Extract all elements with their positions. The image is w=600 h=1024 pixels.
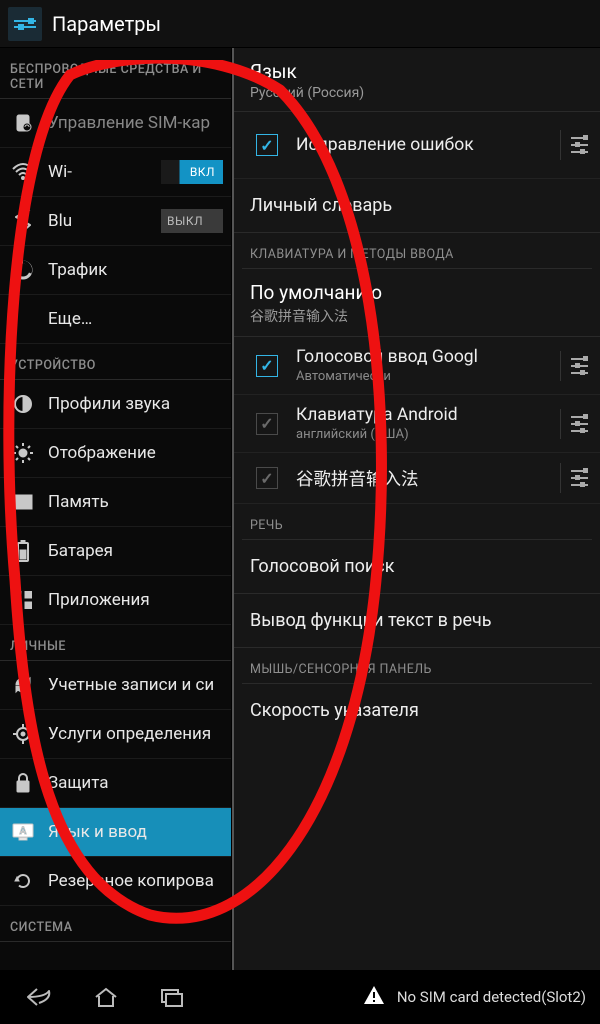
row-title: Исправление ошибок [296, 135, 554, 155]
spellcheck-row[interactable]: Исправление ошибок [234, 112, 600, 179]
category-speech: РЕЧЬ [234, 504, 600, 539]
system-navbar: No SIM card detected(Slot2) [0, 970, 600, 1024]
row-subtitle: Русский (Россия) [250, 85, 584, 101]
sidebar-item-label: Защита [48, 773, 223, 793]
row-title: 谷歌拼音输入法 [296, 466, 554, 491]
sidebar-item-label: Приложения [48, 590, 223, 610]
sidebar-item-label: Отображение [48, 443, 223, 463]
audio-icon [10, 391, 36, 417]
sidebar-item-label: Язык и ввод [48, 822, 223, 842]
sliders-icon[interactable] [560, 351, 590, 381]
category-keyboard: КЛАВИАТУРА И МЕТОДЫ ВВОДА [234, 233, 600, 268]
sidebar-item-battery[interactable]: Батарея [0, 527, 231, 576]
sidebar-item-data-usage[interactable]: Трафик [0, 246, 231, 295]
wifi-toggle[interactable]: ВКЛ [161, 160, 223, 184]
sidebar-item-label: Батарея [48, 541, 223, 561]
sidebar-item-label: Профили звука [48, 394, 223, 414]
language-icon: A [10, 819, 36, 845]
section-header-personal: ЛИЧНЫЕ [0, 625, 231, 660]
sidebar-item-bluetooth[interactable]: Blu ВЫКЛ [0, 197, 231, 246]
row-title: По умолчанию [250, 281, 584, 304]
sidebar-item-storage[interactable]: Память [0, 478, 231, 527]
section-header-device: УСТРОЙСТВО [0, 344, 231, 379]
sidebar-item-sim[interactable]: Управление SIM-кар [0, 99, 231, 148]
sidebar-item-backup[interactable]: Резервное копирова [0, 857, 231, 906]
settings-app-icon [8, 7, 42, 41]
sidebar-item-audio[interactable]: Профили звука [0, 380, 231, 429]
section-header-system: СИСТЕМА [0, 906, 231, 941]
voice-search-row[interactable]: Голосовой поиск [234, 540, 600, 594]
blank-icon [10, 306, 36, 332]
keyboard-row-pinyin[interactable]: 谷歌拼音输入法 [234, 453, 600, 504]
battery-icon [10, 538, 36, 564]
pointer-speed-row[interactable]: Скорость указателя [234, 684, 600, 737]
sidebar-item-label: Управление SIM-кар [48, 113, 223, 133]
status-alert[interactable]: No SIM card detected(Slot2) [363, 985, 600, 1009]
recent-button[interactable] [152, 983, 192, 1011]
sidebar-item-label: Резервное копирова [48, 871, 223, 891]
sliders-icon[interactable] [560, 130, 590, 160]
back-button[interactable] [20, 983, 60, 1011]
data-usage-icon [10, 257, 36, 283]
default-keyboard-row[interactable]: По умолчанию 谷歌拼音输入法 [234, 269, 600, 337]
sidebar-item-display[interactable]: Отображение [0, 429, 231, 478]
row-subtitle: Автоматически [296, 369, 554, 384]
sidebar-item-security[interactable]: Защита [0, 759, 231, 808]
sidebar-item-accounts[interactable]: Учетные записи и си [0, 661, 231, 710]
language-row[interactable]: Язык Русский (Россия) [234, 48, 600, 112]
sidebar-item-apps[interactable]: Приложения [0, 576, 231, 625]
sidebar-item-label: Учетные записи и си [48, 675, 223, 695]
sidebar-item-label: Память [48, 492, 223, 512]
apps-icon [10, 587, 36, 613]
checkbox[interactable] [256, 355, 278, 377]
section-header-wireless: БЕСПРОВОДНЫЕ СРЕДСТВА И СЕТИ [0, 48, 231, 98]
sidebar-item-label: Еще… [48, 309, 223, 329]
row-subtitle: 谷歌拼音输入法 [250, 306, 584, 326]
warning-icon [363, 985, 385, 1009]
row-title: Язык [250, 60, 584, 83]
sliders-icon[interactable] [560, 463, 590, 493]
sidebar-item-label: Трафик [48, 260, 223, 280]
checkbox[interactable] [256, 134, 278, 156]
display-icon [10, 440, 36, 466]
sidebar-item-label: Wi- [48, 162, 161, 182]
titlebar: Параметры [0, 0, 600, 48]
bluetooth-icon [10, 208, 36, 234]
sim-icon [10, 110, 36, 136]
sidebar-item-more[interactable]: Еще… [0, 295, 231, 344]
location-icon [10, 721, 36, 747]
bluetooth-toggle[interactable]: ВЫКЛ [161, 209, 223, 233]
sidebar-item-language[interactable]: A Язык и ввод [0, 808, 231, 857]
checkbox [256, 467, 278, 489]
lock-icon [10, 770, 36, 796]
sidebar-item-label: Услуги определения [48, 724, 223, 744]
checkbox [256, 413, 278, 435]
sync-icon [10, 672, 36, 698]
alert-text: No SIM card detected(Slot2) [397, 988, 586, 1006]
tts-row[interactable]: Вывод функции текст в речь [234, 594, 600, 648]
sidebar-item-label: Blu [48, 211, 161, 231]
category-mouse: МЫШЬ/СЕНСОРНАЯ ПАНЕЛЬ [234, 648, 600, 683]
home-button[interactable] [86, 983, 126, 1011]
keyboard-row-google-voice[interactable]: Голосовой ввод Googl Автоматически [234, 337, 600, 395]
sidebar-item-wifi[interactable]: Wi- ВКЛ [0, 148, 231, 197]
page-title: Параметры [52, 12, 161, 36]
settings-detail-panel: Язык Русский (Россия) Исправление ошибок… [232, 48, 600, 970]
row-title: Клавиатура Android [296, 405, 554, 425]
row-subtitle: английский (США) [296, 427, 554, 442]
sidebar-item-location[interactable]: Услуги определения [0, 710, 231, 759]
backup-icon [10, 868, 36, 894]
settings-sidebar: БЕСПРОВОДНЫЕ СРЕДСТВА И СЕТИ Управление … [0, 48, 232, 970]
dictionary-row[interactable]: Личный словарь [234, 179, 600, 233]
wifi-icon [10, 159, 36, 185]
sliders-icon[interactable] [560, 409, 590, 439]
svg-text:A: A [20, 826, 27, 837]
keyboard-row-android[interactable]: Клавиатура Android английский (США) [234, 395, 600, 453]
storage-icon [10, 489, 36, 515]
row-title: Голосовой ввод Googl [296, 347, 554, 367]
